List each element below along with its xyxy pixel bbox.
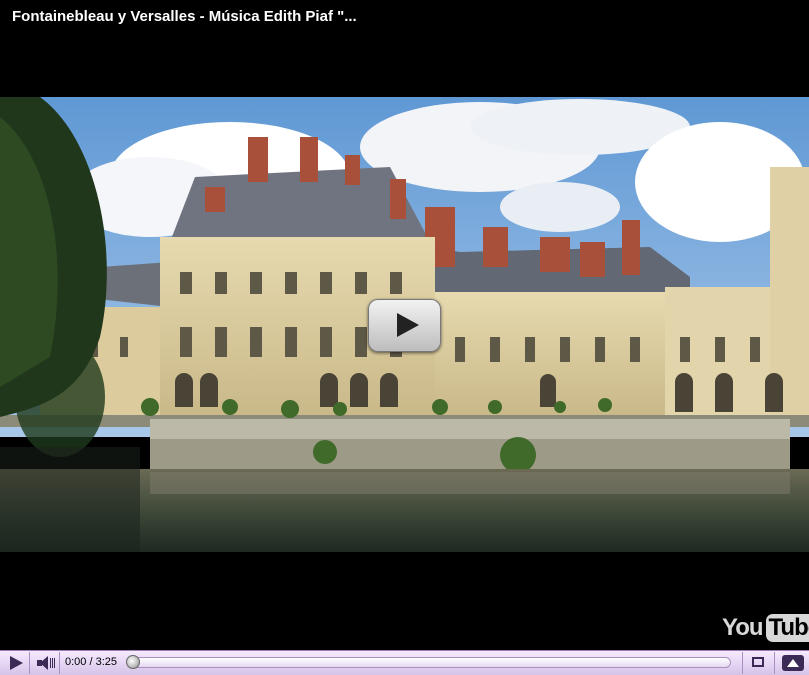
- youtube-logo[interactable]: You Tube: [722, 612, 809, 644]
- video-title[interactable]: Fontainebleau y Versalles - Música Edith…: [12, 8, 357, 25]
- seek-handle[interactable]: [126, 655, 140, 669]
- speaker-icon[interactable]: [30, 652, 60, 674]
- player-control-bar: 0:00 / 3:25: [0, 650, 809, 675]
- play-icon[interactable]: [0, 652, 30, 674]
- youtube-logo-you: You: [722, 614, 764, 641]
- time-display: 0:00 / 3:25: [65, 656, 117, 668]
- popout-icon[interactable]: [777, 652, 809, 674]
- big-play-icon[interactable]: [368, 299, 441, 352]
- seek-bar[interactable]: [127, 657, 731, 668]
- youtube-logo-tube: Tube: [765, 614, 809, 642]
- fullscreen-icon[interactable]: [742, 652, 775, 674]
